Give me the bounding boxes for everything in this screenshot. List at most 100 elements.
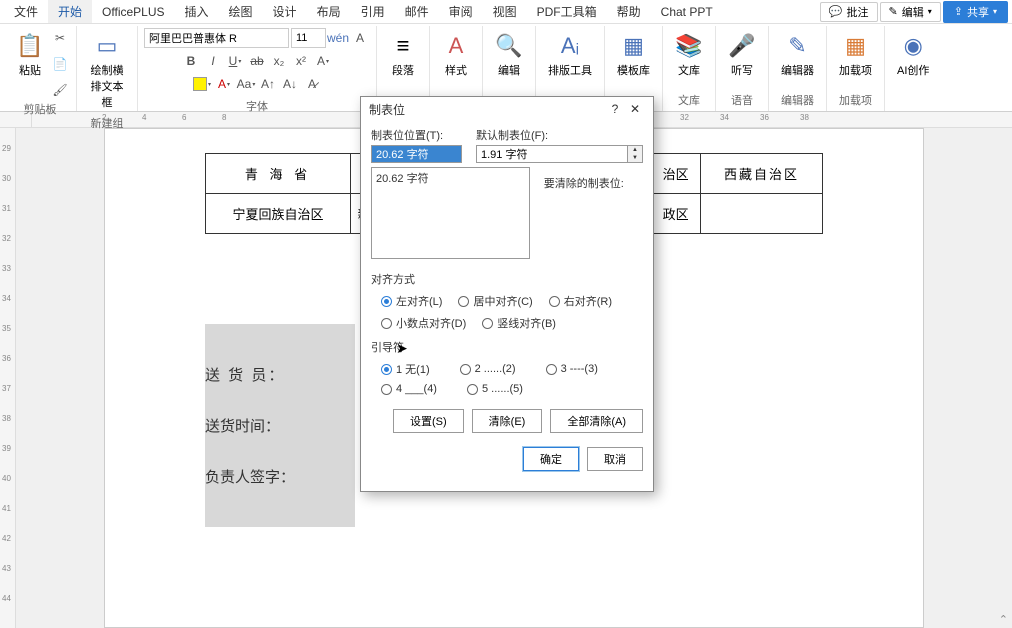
tab-list-item[interactable]: 20.62 字符: [376, 170, 525, 186]
menu-home[interactable]: 开始: [48, 0, 92, 23]
subscript-button[interactable]: x₂: [269, 51, 289, 71]
highlight-button[interactable]: [192, 74, 212, 94]
underline-button[interactable]: U: [225, 51, 245, 71]
font-size-select[interactable]: [291, 28, 326, 48]
menu-file[interactable]: 文件: [4, 0, 48, 23]
menu-help[interactable]: 帮助: [607, 0, 651, 23]
vertical-ruler[interactable]: 29 30 31 32 33 34 35 36 37 38 39 40 41 4…: [0, 128, 16, 628]
radio-leader-4[interactable]: 4 ___(4): [381, 383, 437, 395]
doc-text-line[interactable]: 送货时间：: [205, 415, 295, 436]
dialog-titlebar[interactable]: 制表位 ? ✕: [361, 97, 653, 121]
radio-leader-1[interactable]: 1 无(1): [381, 361, 430, 377]
collapse-ribbon-button[interactable]: ⌃: [999, 613, 1008, 626]
ai-button[interactable]: ◉ AI创作: [891, 28, 935, 82]
set-button[interactable]: 设置(S): [393, 409, 464, 433]
addin-button[interactable]: ▦ 加载项: [833, 28, 878, 82]
dialog-close-button[interactable]: ✕: [625, 102, 645, 116]
textbox-button[interactable]: ▭ 绘制横排文本框: [83, 28, 131, 114]
radio-leader-2[interactable]: 2 ......(2): [460, 361, 516, 377]
edit-button[interactable]: 🔍 编辑: [489, 28, 529, 82]
comment-button[interactable]: 💬 批注: [820, 2, 878, 22]
templatelib-button[interactable]: ▦ 模板库: [611, 28, 656, 82]
clear-button[interactable]: 清除(E): [472, 409, 543, 433]
menu-insert[interactable]: 插入: [175, 0, 219, 23]
layouttool-button[interactable]: Aᵢ 排版工具: [542, 28, 598, 82]
cut-button[interactable]: ✂: [50, 28, 70, 48]
doc-text-line[interactable]: 送 货 员：: [205, 364, 295, 385]
radio-align-decimal[interactable]: 小数点对齐(D): [381, 315, 466, 331]
dictate-button[interactable]: 🎤 听写: [722, 28, 762, 82]
tab-position-input[interactable]: [371, 145, 462, 163]
char-shading-button[interactable]: Aa: [236, 74, 256, 94]
ok-button[interactable]: 确定: [523, 447, 579, 471]
strikethrough-button[interactable]: ab: [247, 51, 267, 71]
menu-references[interactable]: 引用: [351, 0, 395, 23]
paste-button[interactable]: 📋 粘贴: [10, 28, 50, 100]
editor-icon: ✎: [784, 32, 812, 60]
radio-label: 1 无(1): [396, 361, 430, 377]
layouttool-label: 排版工具: [548, 62, 592, 78]
menu-officeplus[interactable]: OfficePLUS: [92, 0, 174, 23]
search-icon: 🔍: [495, 32, 523, 60]
editor-button[interactable]: ✎ 编辑器: [775, 28, 820, 82]
cancel-button[interactable]: 取消: [587, 447, 643, 471]
radio-leader-5[interactable]: 5 ......(5): [467, 383, 523, 395]
paragraph-button[interactable]: ≡ 段落: [383, 28, 423, 82]
ribbon-group-voice: 🎤 听写 语音: [716, 26, 769, 111]
table-cell[interactable]: 宁夏回族自治区: [206, 194, 351, 234]
format-painter-button[interactable]: 🖌: [50, 80, 70, 100]
tab-list[interactable]: 20.62 字符: [371, 167, 530, 259]
radio-leader-3[interactable]: 3 ----(3): [546, 361, 598, 377]
copy-button[interactable]: 📄: [50, 54, 70, 74]
editor-label: 编辑器: [781, 62, 814, 78]
menu-mail[interactable]: 邮件: [395, 0, 439, 23]
wenku-button[interactable]: 📚 文库: [669, 28, 709, 82]
dialog-help-button[interactable]: ?: [605, 102, 625, 116]
spinner-up-button[interactable]: ▲: [628, 146, 642, 154]
ai-label: AI创作: [897, 62, 929, 78]
default-tab-spinner[interactable]: ▲ ▼: [476, 145, 643, 163]
menu-draw[interactable]: 绘图: [219, 0, 263, 23]
menu-review[interactable]: 审阅: [439, 0, 483, 23]
text-effect-button[interactable]: A: [313, 51, 333, 71]
grow-font-button[interactable]: A↑: [258, 74, 278, 94]
font-name-select[interactable]: [144, 28, 289, 48]
share-icon: ⇪: [954, 5, 963, 18]
pinyin-button[interactable]: wén: [328, 28, 348, 48]
shrink-font-button[interactable]: A↓: [280, 74, 300, 94]
radio-label: 2 ......(2): [475, 363, 516, 375]
doc-text-line[interactable]: 负责人签字：: [205, 466, 295, 487]
table-cell[interactable]: 西藏自治区: [701, 154, 823, 194]
menu-layout[interactable]: 布局: [307, 0, 351, 23]
radio-align-left[interactable]: 左对齐(L): [381, 293, 442, 309]
share-button[interactable]: ⇪ 共享 ▾: [943, 1, 1008, 23]
shaded-text-block[interactable]: 送 货 员： 送货时间： 负责人签字：: [205, 324, 355, 527]
table-cell[interactable]: 青 海 省: [206, 154, 351, 194]
table-cell[interactable]: 治区: [651, 154, 701, 194]
radio-align-right[interactable]: 右对齐(R): [549, 293, 612, 309]
radio-label: 左对齐(L): [396, 293, 442, 309]
italic-button[interactable]: I: [203, 51, 223, 71]
clear-format-button[interactable]: A̷: [302, 74, 322, 94]
table-cell[interactable]: 政区: [651, 194, 701, 234]
edit-mode-button[interactable]: ✎ 编辑 ▾: [880, 2, 941, 22]
table-cell[interactable]: [701, 194, 823, 234]
spinner-down-button[interactable]: ▼: [628, 154, 642, 162]
leader-section-label: 引导符: [371, 339, 643, 355]
radio-icon: [381, 318, 392, 329]
clear-all-button[interactable]: 全部清除(A): [550, 409, 643, 433]
menu-pdftoolbox[interactable]: PDF工具箱: [527, 0, 607, 23]
font-color-button[interactable]: A: [214, 74, 234, 94]
radio-icon: [381, 296, 392, 307]
menu-view[interactable]: 视图: [483, 0, 527, 23]
ribbon-group-wenku: 📚 文库 文库: [663, 26, 716, 111]
superscript-button[interactable]: x²: [291, 51, 311, 71]
style-button[interactable]: A 样式: [436, 28, 476, 82]
default-tab-input[interactable]: [476, 145, 628, 163]
menu-design[interactable]: 设计: [263, 0, 307, 23]
radio-align-center[interactable]: 居中对齐(C): [458, 293, 532, 309]
radio-align-bar[interactable]: 竖线对齐(B): [482, 315, 556, 331]
menu-chatppt[interactable]: Chat PPT: [651, 0, 723, 23]
bold-button[interactable]: B: [181, 51, 201, 71]
char-border-button[interactable]: A: [350, 28, 370, 48]
